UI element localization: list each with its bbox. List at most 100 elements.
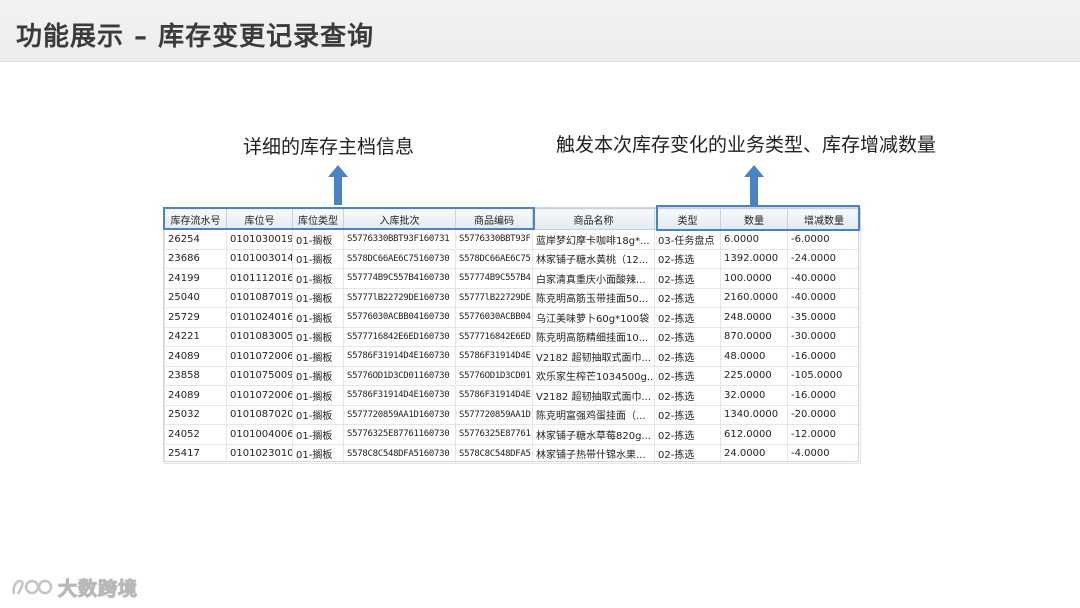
table-cell: 陈克明高筋精细挂面10... — [532, 326, 655, 347]
table-cell: S57774B9C557B4160730 — [343, 268, 456, 289]
table-cell: 02-拣选 — [654, 287, 721, 308]
brand-logo-icon — [12, 579, 53, 595]
table-cell: S5776330BBT93F — [455, 229, 533, 250]
table-cell: 乌江美味萝卜60g*100袋 — [532, 307, 655, 328]
table-cell: 24089 — [164, 346, 227, 367]
table-row[interactable]: 254170101023010201-搁板S578C8C548DFA516073… — [164, 443, 861, 464]
table-cell: 01010230102 — [226, 443, 293, 464]
table-cell: 24052 — [164, 424, 227, 445]
table-cell: 100.0000 — [720, 268, 788, 289]
table-cell: -40.0000 — [787, 287, 861, 308]
table-cell: 48.0000 — [720, 346, 788, 367]
table-cell: S577716842E6ED — [455, 326, 533, 347]
table-row[interactable]: 257290101024016301-搁板S5776030ACBB0416073… — [164, 307, 861, 328]
table-cell: 02-拣选 — [654, 326, 721, 347]
table-cell: S578DC66AE6C75160730 — [343, 248, 456, 269]
table-cell: 2160.0000 — [720, 287, 788, 308]
table-cell: S5786F31914D4E — [455, 346, 533, 367]
table-cell: S577720859AA1D160730 — [343, 404, 456, 425]
table-cell: 01010870191 — [226, 287, 293, 308]
table-cell: 林家铺子糖水黄桃（12... — [532, 248, 655, 269]
table-row[interactable]: 250320101087020101-搁板S577720859AA1D16073… — [164, 404, 861, 425]
table-cell: 陈克明高筋玉带挂面50... — [532, 287, 655, 308]
table-row[interactable]: 240890101072006101-搁板S5786F31914D4E16073… — [164, 385, 861, 406]
table-cell: 26254 — [164, 229, 227, 250]
table-cell: 248.0000 — [720, 307, 788, 328]
column-header[interactable]: 入库批次 — [343, 208, 456, 230]
table-cell: 24.0000 — [720, 443, 788, 464]
table-cell: 01-搁板 — [292, 268, 344, 289]
brand-name: 大数跨境 — [57, 577, 139, 600]
table-cell: 01-搁板 — [292, 248, 344, 269]
table-cell: 蓝岸梦幻摩卡咖啡18g*... — [532, 229, 655, 250]
table-cell: 01-搁板 — [292, 443, 344, 464]
table-cell: 欢乐家生榨芒1034500g... — [532, 365, 655, 386]
table-row[interactable]: 250400101087019101-搁板S5777lB22729DE16073… — [164, 287, 861, 308]
table-cell: 02-拣选 — [654, 268, 721, 289]
table-cell: 01-搁板 — [292, 307, 344, 328]
column-header[interactable]: 商品名称 — [532, 208, 655, 230]
table-row[interactable]: 262540101030019301-搁板S5776330BBT93F16073… — [164, 229, 861, 250]
column-header[interactable]: 库位类型 — [292, 208, 344, 230]
table-cell: 01010030141 — [226, 248, 293, 269]
table-cell: -105.0000 — [787, 365, 861, 386]
table-cell: -40.0000 — [787, 268, 861, 289]
table-cell: V2182 超韧抽取式面巾... — [532, 346, 655, 367]
table-cell: 01010750091 — [226, 365, 293, 386]
table-cell: 01-搁板 — [292, 229, 344, 250]
title-bar: 功能展示 – 库存变更记录查询 — [0, 0, 1080, 62]
table-cell: S5786F31914D4E160730 — [343, 385, 456, 406]
table-cell: 02-拣选 — [654, 443, 721, 464]
table-cell: S5776OD1D3CD01 — [455, 365, 533, 386]
table-cell: S5777lB22729DE160730 — [343, 287, 456, 308]
footer-brand: 大数跨境 — [10, 574, 138, 600]
table-cell: -30.0000 — [787, 326, 861, 347]
table-cell: 24221 — [164, 326, 227, 347]
table-cell: 01010720061 — [226, 385, 293, 406]
table-cell: 03-任务盘点 — [654, 229, 721, 250]
table-row[interactable]: 241990101112016101-搁板S57774B9C557B416073… — [164, 268, 861, 289]
column-header[interactable]: 库位号 — [226, 208, 293, 230]
column-header[interactable]: 库存流水号 — [164, 208, 227, 230]
table-cell: 01010830052 — [226, 326, 293, 347]
table-cell: 白家清真重庆小面酸辣... — [532, 268, 655, 289]
up-arrow-icon — [328, 165, 348, 205]
table-cell: S577716842E6ED160730 — [343, 326, 456, 347]
table-cell: 24089 — [164, 385, 227, 406]
table-row[interactable]: 236860101003014101-搁板S578DC66AE6C7516073… — [164, 248, 861, 269]
table-cell: 23858 — [164, 365, 227, 386]
table-cell: S5776OD1D3CD01160730 — [343, 365, 456, 386]
table-row[interactable]: 240520101004006101-搁板S5776325E8776116073… — [164, 424, 861, 445]
table-cell: 870.0000 — [720, 326, 788, 347]
table-cell: 01-搁板 — [292, 385, 344, 406]
table-cell: 6.0000 — [720, 229, 788, 250]
table-cell: S578C8C548DFA5 — [455, 443, 533, 464]
table-row[interactable]: 240890101072006101-搁板S5786F31914D4E16073… — [164, 346, 861, 367]
table-cell: 25729 — [164, 307, 227, 328]
column-header[interactable]: 增减数量 — [787, 208, 861, 230]
table-cell: S57774B9C557B4 — [455, 268, 533, 289]
table-cell: 01010720061 — [226, 346, 293, 367]
column-header[interactable]: 类型 — [654, 208, 721, 230]
column-header[interactable]: 商品编码 — [455, 208, 533, 230]
callout-business-type: 触发本次库存变化的业务类型、库存增减数量 — [556, 134, 937, 156]
column-header[interactable]: 数量 — [720, 208, 788, 230]
table-cell: S5786F31914D4E — [455, 385, 533, 406]
table-cell: S5776030ACBB04 — [455, 307, 533, 328]
table-cell: 01-搁板 — [292, 346, 344, 367]
table-cell: -4.0000 — [787, 443, 861, 464]
table-row[interactable]: 242210101083005201-搁板S577716842E6ED16073… — [164, 326, 861, 347]
table-cell: 02-拣选 — [654, 385, 721, 406]
table-cell: 01010040061 — [226, 424, 293, 445]
table-cell: -20.0000 — [787, 404, 861, 425]
table-cell: S577720859AA1D — [455, 404, 533, 425]
table-cell: 225.0000 — [720, 365, 788, 386]
table-cell: 25040 — [164, 287, 227, 308]
table-row[interactable]: 238580101075009101-搁板S5776OD1D3CD0116073… — [164, 365, 861, 386]
table-cell: 02-拣选 — [654, 307, 721, 328]
table-cell: S5776330BBT93F160731 — [343, 229, 456, 250]
table-cell: 林家铺子糖水草莓820g... — [532, 424, 655, 445]
table-header-row: 库存流水号 库位号 库位类型 入库批次 商品编码 商品名称 类型 数量 增减数量 — [164, 208, 861, 230]
table-cell: 02-拣选 — [654, 365, 721, 386]
table-cell: 01-搁板 — [292, 326, 344, 347]
